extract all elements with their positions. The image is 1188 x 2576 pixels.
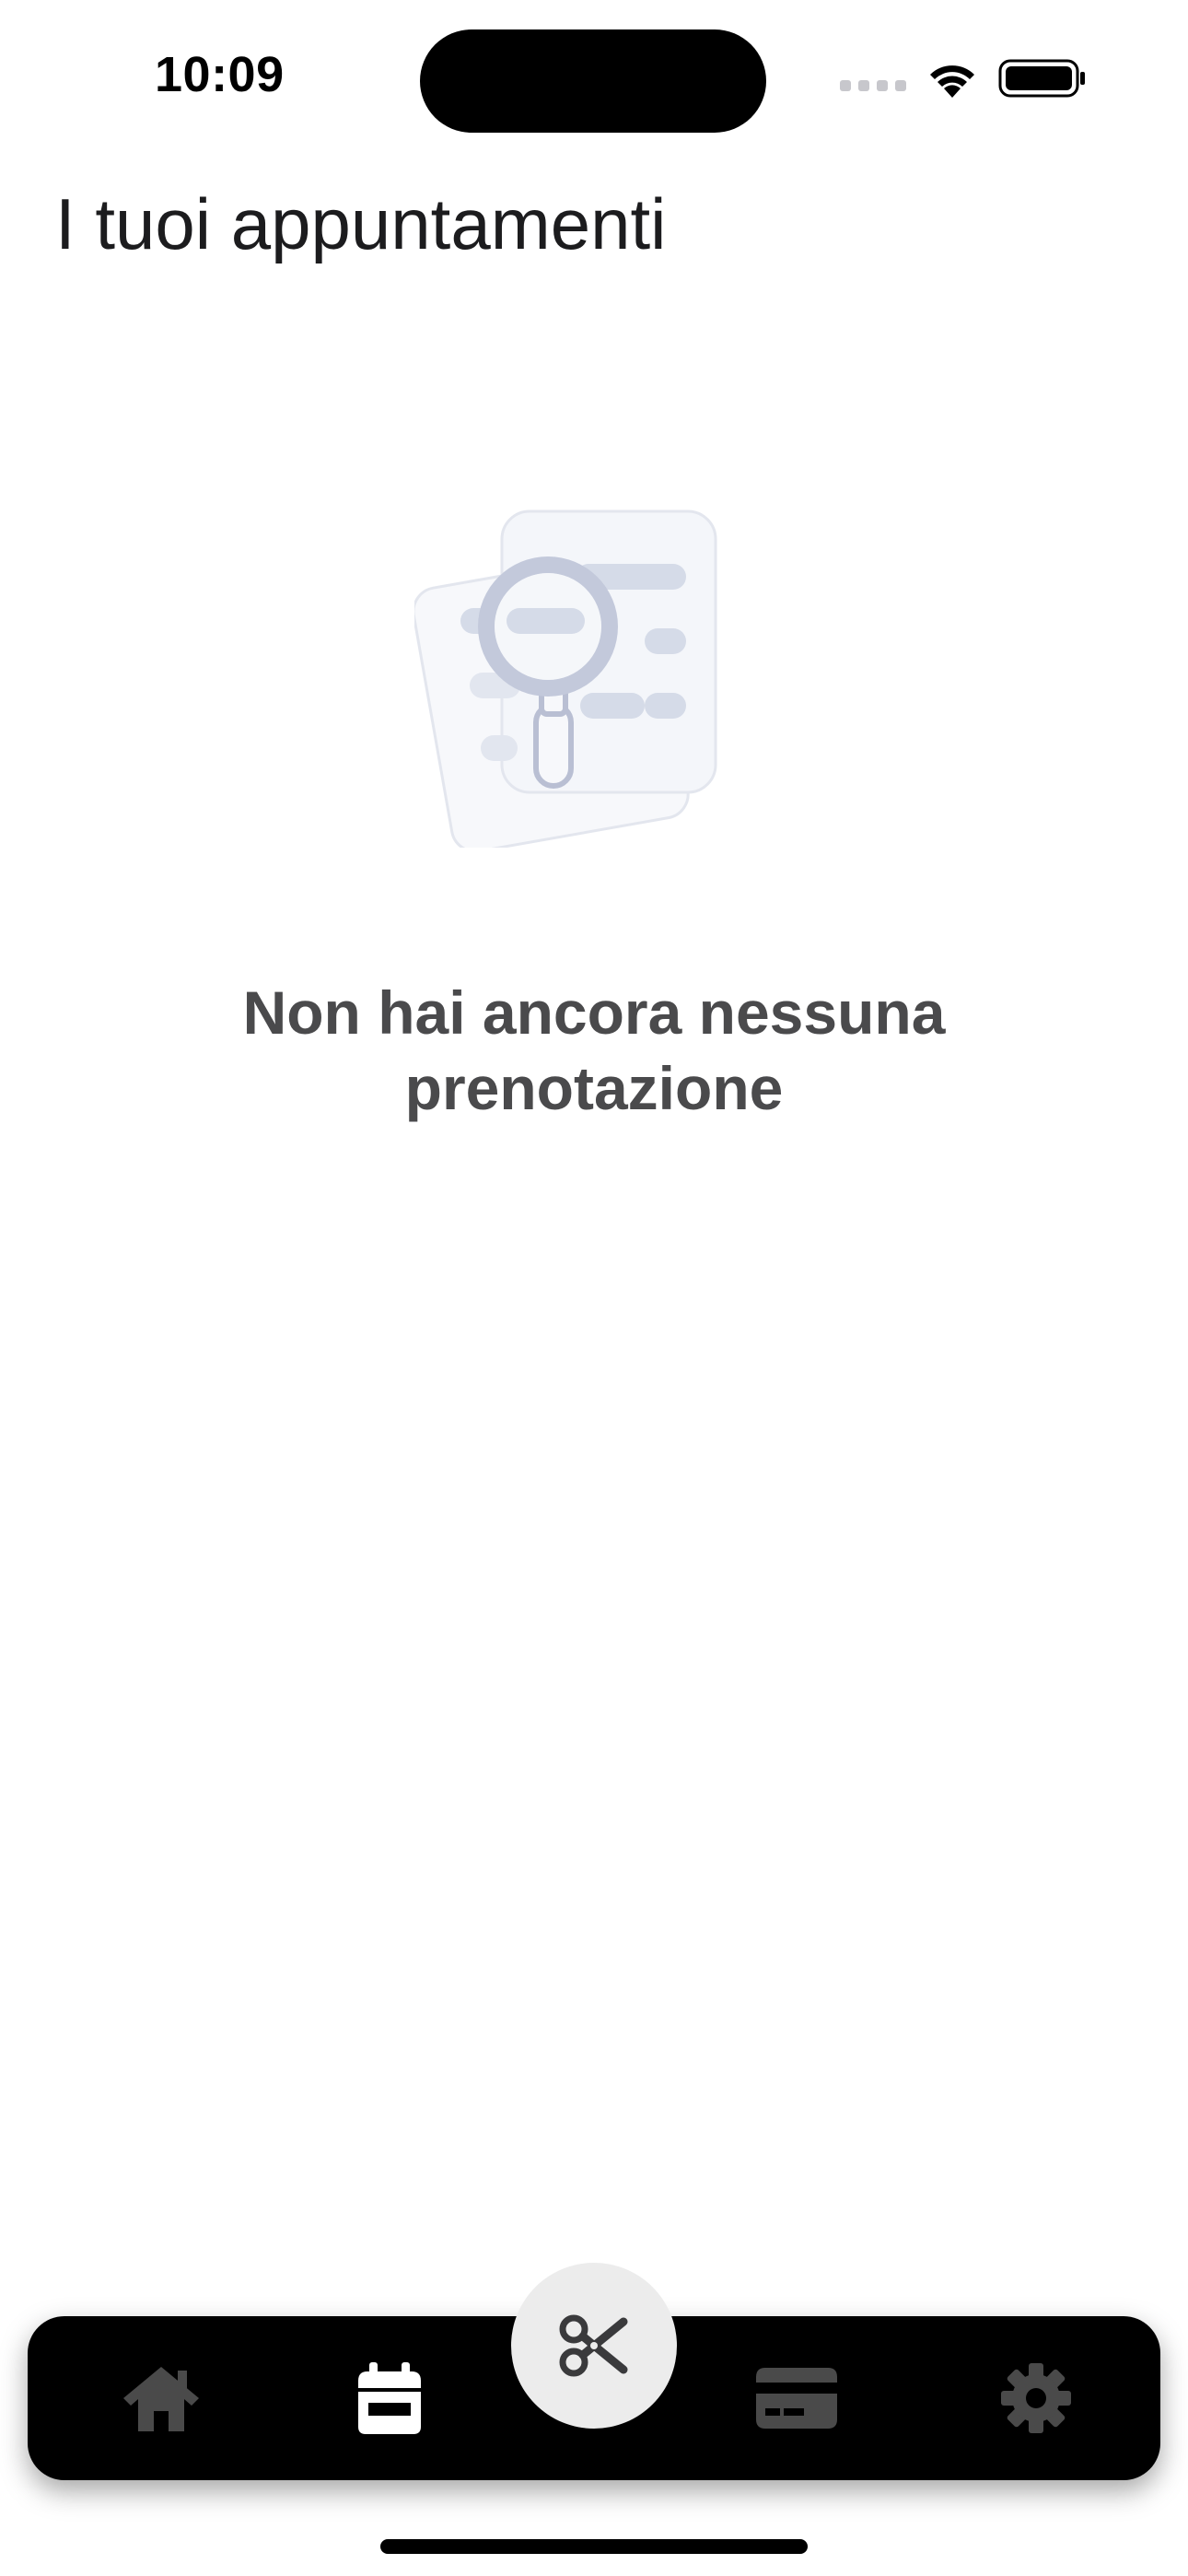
page-title: I tuoi appuntamenti bbox=[55, 183, 667, 264]
home-icon bbox=[123, 2367, 199, 2431]
dynamic-island bbox=[420, 29, 766, 133]
status-time: 10:09 bbox=[155, 47, 285, 102]
status-icons bbox=[840, 55, 1087, 101]
tab-calendar[interactable] bbox=[330, 2316, 449, 2480]
empty-state-message: Non hai ancora nessuna prenotazione bbox=[242, 978, 946, 1122]
gear-icon bbox=[1001, 2363, 1071, 2433]
tab-home[interactable] bbox=[101, 2316, 221, 2480]
calendar-icon bbox=[358, 2362, 421, 2434]
tab-payments[interactable] bbox=[737, 2316, 856, 2480]
book-appointment-button[interactable] bbox=[511, 2263, 677, 2429]
wifi-icon bbox=[930, 65, 974, 98]
document-search-icon bbox=[414, 509, 717, 848]
home-indicator[interactable] bbox=[380, 2539, 808, 2554]
cellular-signal-icon bbox=[840, 65, 906, 91]
tab-settings[interactable] bbox=[976, 2316, 1096, 2480]
scissors-icon bbox=[559, 2314, 628, 2377]
battery-icon bbox=[998, 59, 1085, 98]
credit-card-icon bbox=[756, 2368, 837, 2429]
